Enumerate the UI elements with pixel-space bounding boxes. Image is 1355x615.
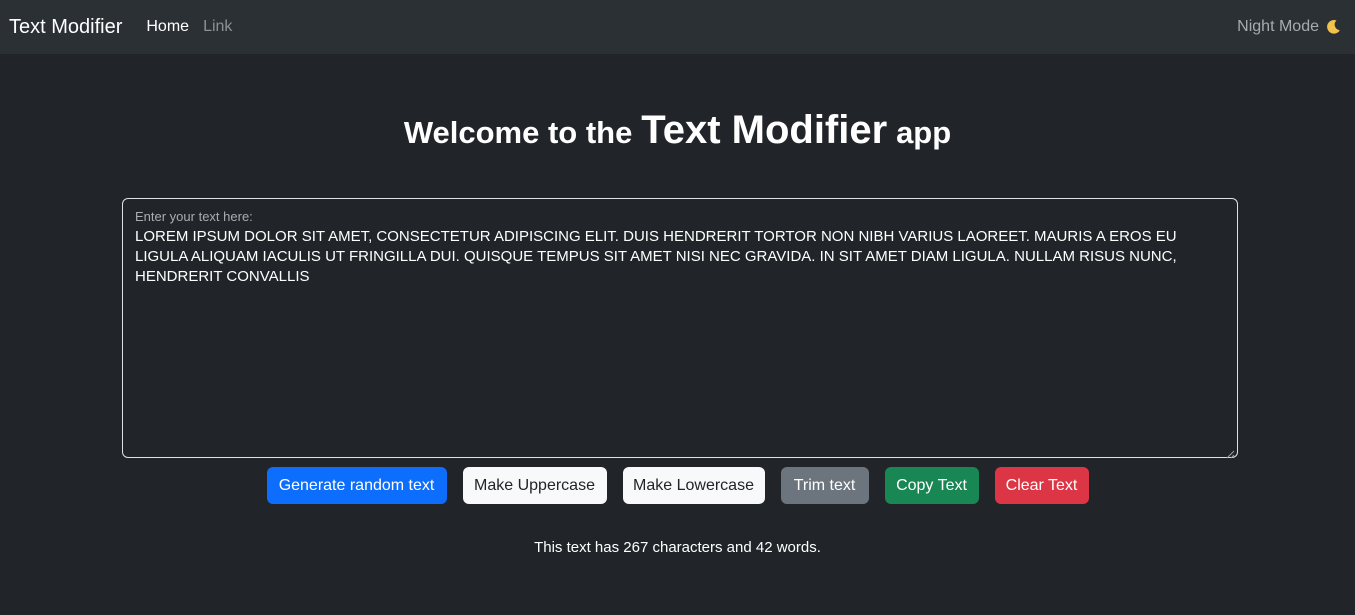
title-prefix: Welcome to the	[403, 115, 633, 150]
page-title: Welcome to the Text Modifier app	[0, 104, 1355, 159]
trim-text-button[interactable]: Trim text	[780, 467, 869, 504]
make-lowercase-button[interactable]: Make Lowercase	[622, 467, 765, 504]
text-input-area[interactable]: Enter your text here: LOREM IPSUM DOLOR …	[122, 198, 1238, 459]
generate-random-text-button[interactable]: Generate random text	[266, 467, 447, 504]
night-mode-toggle[interactable]: Night Mode	[1237, 18, 1346, 36]
nav-link-home[interactable]: Home	[146, 18, 189, 36]
title-emphasis: Text Modifier	[641, 108, 888, 152]
navbar: Text Modifier Home Link Night Mode	[0, 0, 1355, 54]
night-mode-label: Night Mode	[1237, 18, 1319, 35]
text-input-value[interactable]: LOREM IPSUM DOLOR SIT AMET, CONSECTETUR …	[135, 227, 1207, 287]
text-input-label: Enter your text here:	[135, 209, 253, 224]
resize-handle-icon[interactable]	[1226, 446, 1235, 459]
action-buttons: Generate random text Make Uppercase Make…	[0, 467, 1355, 504]
make-uppercase-button[interactable]: Make Uppercase	[462, 467, 607, 504]
clear-text-button[interactable]: Clear Text	[994, 467, 1089, 504]
nav-link-link[interactable]: Link	[203, 18, 232, 36]
moon-icon	[1325, 19, 1341, 35]
text-summary: This text has 267 characters and 42 word…	[534, 539, 821, 556]
title-suffix: app	[896, 115, 952, 150]
navbar-brand[interactable]: Text Modifier	[9, 16, 122, 39]
copy-text-button[interactable]: Copy Text	[884, 467, 979, 504]
